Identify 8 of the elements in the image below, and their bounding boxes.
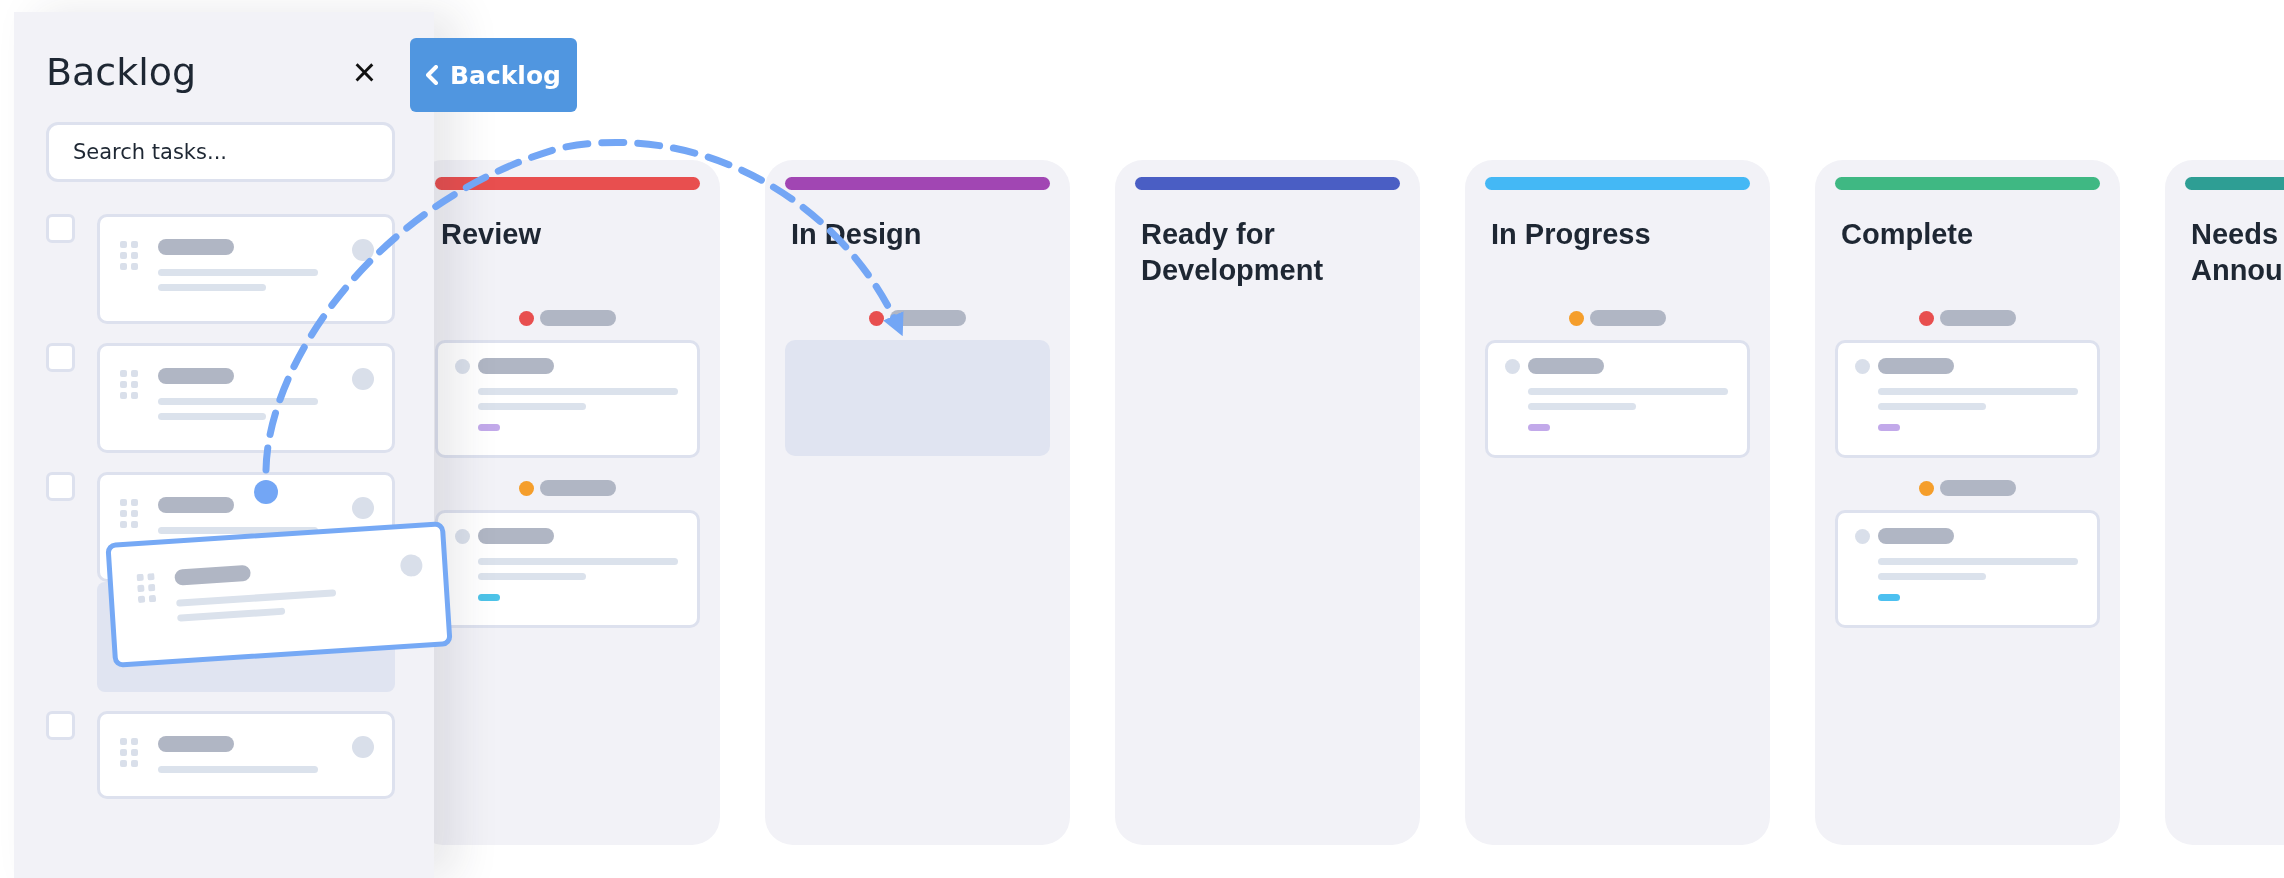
close-button[interactable]: × — [352, 49, 376, 95]
panel-title: Backlog — [46, 50, 197, 94]
column-title: Needs Annou — [2191, 217, 2284, 288]
column-title: Review — [441, 217, 542, 252]
search-field[interactable]: Search tasks... — [46, 122, 395, 182]
column-title: Complete — [1841, 217, 1975, 252]
column-title: Ready for Development — [1141, 217, 1325, 288]
column-title: In Progress — [1491, 217, 1652, 252]
